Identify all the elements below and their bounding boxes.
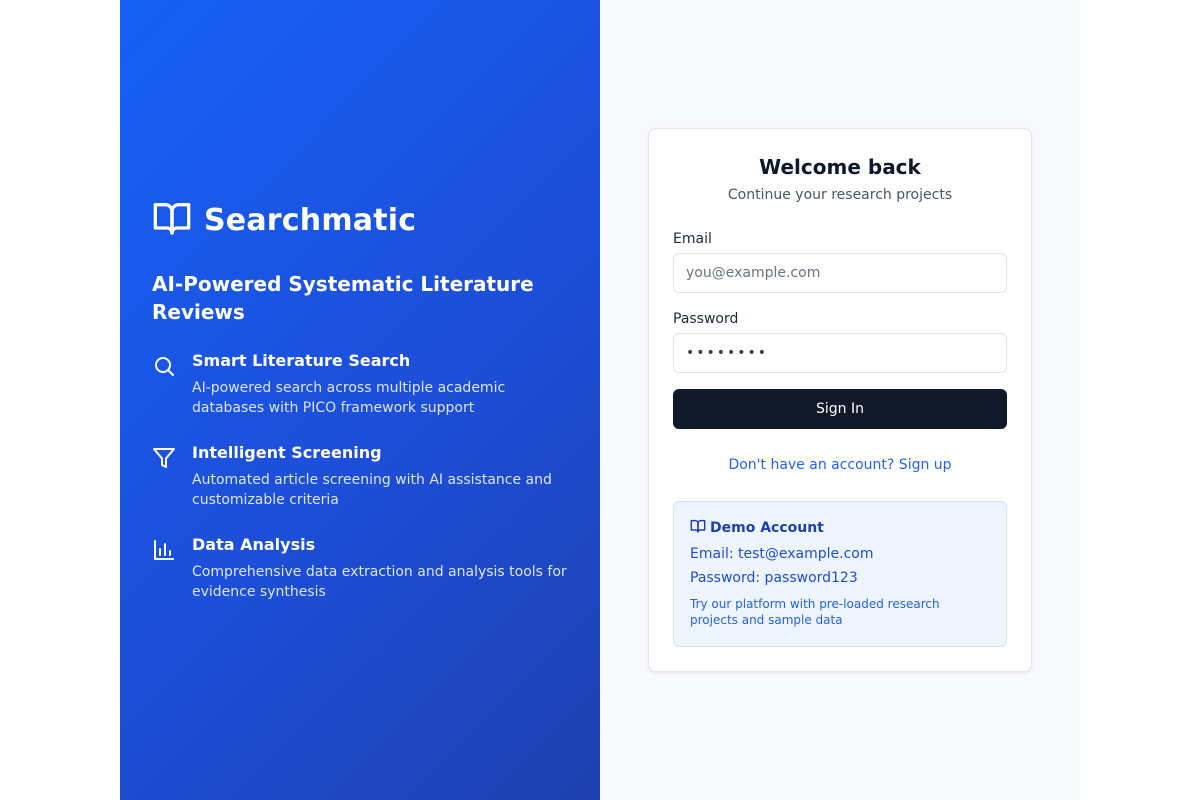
feature-item: Data Analysis Comprehensive data extract… xyxy=(152,534,572,602)
feature-list: Smart Literature Search AI-powered searc… xyxy=(152,350,572,626)
filter-icon xyxy=(152,446,176,470)
brand: Searchmatic xyxy=(152,198,416,242)
book-open-icon xyxy=(690,518,710,538)
tagline: AI-Powered Systematic Literature Reviews xyxy=(152,272,534,324)
login-card: Welcome back Continue your research proj… xyxy=(648,128,1032,672)
bar-chart-icon xyxy=(152,538,176,562)
feature-title: Intelligent Screening xyxy=(192,443,382,462)
email-field[interactable] xyxy=(673,253,1007,293)
feature-description: Automated article screening with AI assi… xyxy=(192,472,552,508)
password-field[interactable] xyxy=(673,333,1007,373)
password-label: Password xyxy=(673,311,739,327)
feature-description: AI-powered search across multiple academ… xyxy=(192,380,506,416)
feature-item: Smart Literature Search AI-powered searc… xyxy=(152,350,572,418)
login-subtitle: Continue your research projects xyxy=(727,187,953,203)
demo-email: Email: test@example.com xyxy=(690,546,874,562)
search-icon xyxy=(152,354,176,378)
auth-panel: Welcome back Continue your research proj… xyxy=(600,0,1080,800)
hero-panel: Searchmatic AI-Powered Systematic Litera… xyxy=(120,0,600,800)
demo-heading-text: Demo Account xyxy=(710,520,824,536)
feature-title: Smart Literature Search xyxy=(192,351,411,370)
feature-title: Data Analysis xyxy=(192,535,316,554)
demo-password: Password: password123 xyxy=(690,570,858,586)
demo-note: Try our platform with pre-loaded researc… xyxy=(690,597,940,627)
brand-name: Searchmatic xyxy=(204,202,417,238)
login-title: Welcome back xyxy=(759,155,921,179)
sign-up-link[interactable]: Don't have an account? Sign up xyxy=(649,457,1031,473)
demo-heading: Demo Account xyxy=(690,518,990,538)
app-frame: Searchmatic AI-Powered Systematic Litera… xyxy=(120,0,1080,800)
feature-description: Comprehensive data extraction and analys… xyxy=(192,564,567,600)
email-label: Email xyxy=(673,231,712,247)
feature-item: Intelligent Screening Automated article … xyxy=(152,442,572,510)
book-open-icon xyxy=(152,198,192,242)
sign-in-button[interactable]: Sign In xyxy=(673,389,1007,429)
demo-account-box: Demo Account Email: test@example.com Pas… xyxy=(673,501,1007,647)
